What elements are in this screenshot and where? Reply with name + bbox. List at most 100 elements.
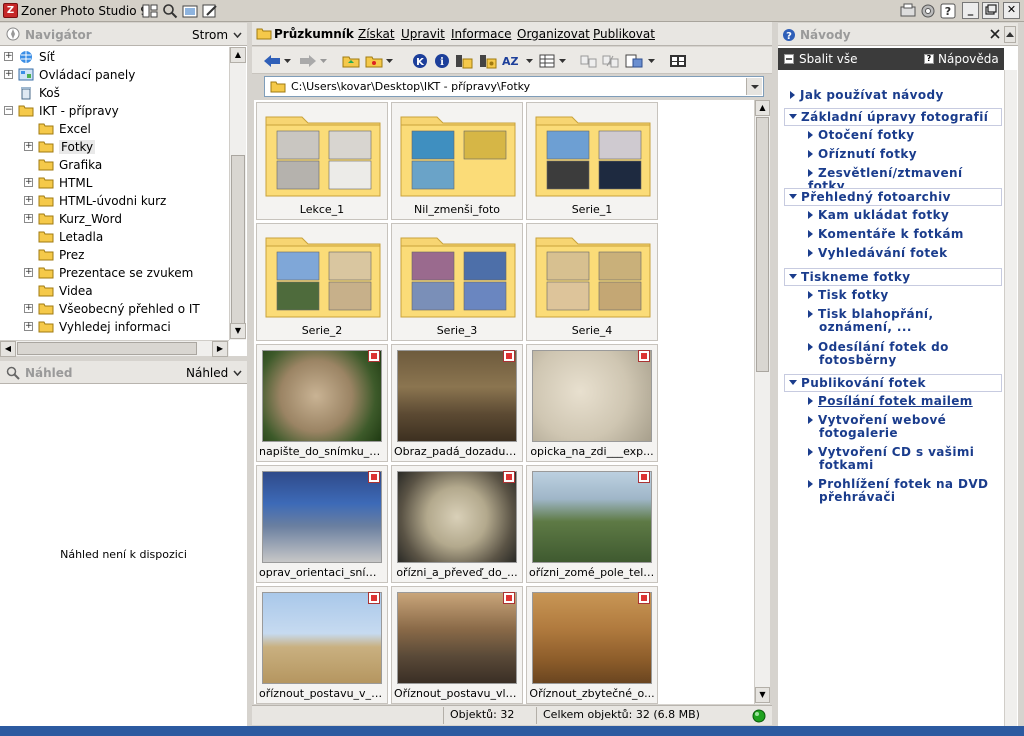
- photo-thumbnail[interactable]: ořízni_zomé_pole_tele...: [526, 465, 658, 583]
- tree-collapse-icon[interactable]: −: [4, 106, 13, 115]
- tree-hscroll-thumb[interactable]: [17, 342, 197, 355]
- tree-hscrollbar[interactable]: ◀ ▶: [0, 340, 229, 357]
- guide-link[interactable]: Prohlížení fotek na DVD přehrávači: [808, 478, 1000, 504]
- folder-thumbnail[interactable]: Nil_zmenši_foto: [391, 102, 523, 220]
- film-reel-icon[interactable]: [668, 51, 688, 70]
- scroll-up-icon[interactable]: ▲: [755, 100, 770, 116]
- maximize-icon[interactable]: [982, 2, 999, 19]
- photo-thumbnail[interactable]: napište_do_snímku_p...: [256, 344, 388, 462]
- forward-dropdown-icon[interactable]: [318, 51, 328, 70]
- guide-section[interactable]: Publikování fotek: [784, 374, 1002, 392]
- sort-by-date-icon[interactable]: [478, 51, 498, 70]
- tree-item[interactable]: Prez: [0, 246, 229, 264]
- tree-expand-icon[interactable]: +: [4, 52, 13, 61]
- scroll-down-icon[interactable]: ▼: [230, 323, 246, 339]
- navigator-mode-dropdown[interactable]: Strom: [192, 28, 228, 42]
- chevron-down-icon[interactable]: [233, 370, 242, 376]
- tree-item[interactable]: + Síť: [0, 48, 229, 66]
- sort-by-name-icon[interactable]: [454, 51, 474, 70]
- scroll-left-icon[interactable]: ◀: [0, 341, 16, 357]
- settings-icon[interactable]: [920, 3, 936, 19]
- tree-scroll-thumb[interactable]: [231, 155, 245, 335]
- tree-item[interactable]: + Fotky: [0, 138, 229, 156]
- guide-link[interactable]: Kam ukládat fotky: [808, 209, 1000, 222]
- address-dropdown-icon[interactable]: [746, 78, 762, 95]
- guide-section[interactable]: Tiskneme fotky: [784, 268, 1002, 286]
- tab-get[interactable]: Získat: [358, 27, 395, 41]
- guide-link[interactable]: Tisk fotky: [808, 289, 1000, 302]
- tree-item[interactable]: Koš: [0, 84, 229, 102]
- move-to-icon[interactable]: [601, 51, 621, 70]
- folder-thumbnail[interactable]: Serie_2: [256, 223, 388, 341]
- editor-icon[interactable]: [202, 3, 218, 19]
- tree-item[interactable]: + HTML: [0, 174, 229, 192]
- tree-expand-icon[interactable]: +: [24, 196, 33, 205]
- forward-arrow-icon[interactable]: [298, 51, 318, 70]
- preview-mode-dropdown[interactable]: Náhled: [186, 366, 228, 380]
- tree-item[interactable]: + HTML-úvodni kurz: [0, 192, 229, 210]
- photo-thumbnail[interactable]: Oříznout_zbytečné_o...: [526, 586, 658, 704]
- tree-expand-icon[interactable]: +: [24, 322, 33, 331]
- guides-close-icon[interactable]: [990, 29, 1000, 39]
- sort-dropdown-icon[interactable]: [524, 51, 534, 70]
- scanner-icon[interactable]: [900, 3, 916, 19]
- tree-expand-icon[interactable]: +: [24, 142, 33, 151]
- guide-link[interactable]: Komentáře k fotkám: [808, 228, 1000, 241]
- photo-thumbnail[interactable]: Obraz_padá_dozadu_...: [391, 344, 523, 462]
- browser-icon[interactable]: [142, 3, 158, 19]
- help-question-icon[interactable]: ?: [924, 54, 934, 64]
- tree-item[interactable]: + Prezentace se zvukem: [0, 264, 229, 282]
- photo-thumbnail[interactable]: Oříznout_postavu_vle...: [391, 586, 523, 704]
- tree-item[interactable]: Grafika: [0, 156, 229, 174]
- new-folder-icon[interactable]: [364, 51, 384, 70]
- guide-link[interactable]: Vytvoření CD s vašimi fotkami: [808, 446, 1000, 472]
- tree-expand-icon[interactable]: +: [24, 268, 33, 277]
- tree-expand-icon[interactable]: +: [24, 304, 33, 313]
- tree-item[interactable]: Letadla: [0, 228, 229, 246]
- scroll-right-icon[interactable]: ▶: [212, 341, 228, 357]
- photo-thumbnail[interactable]: oprav_orientaci_snímku: [256, 465, 388, 583]
- tree-item[interactable]: Excel: [0, 120, 229, 138]
- folder-thumbnail[interactable]: Serie_4: [526, 223, 658, 341]
- guides-vscrollbar[interactable]: [1004, 70, 1017, 726]
- close-icon[interactable]: ✕: [1003, 2, 1020, 19]
- viewer-icon[interactable]: [182, 3, 198, 19]
- copy-to-icon[interactable]: [579, 51, 599, 70]
- minimize-icon[interactable]: _: [962, 2, 979, 19]
- folder-up-icon[interactable]: [341, 51, 361, 70]
- guide-section[interactable]: Základní úpravy fotografií: [784, 108, 1002, 126]
- tab-organize[interactable]: Organizovat: [517, 27, 590, 41]
- guide-link[interactable]: Oříznutí fotky: [808, 148, 1000, 161]
- folder-thumbnail[interactable]: Serie_3: [391, 223, 523, 341]
- guide-link[interactable]: Tisk blahopřání, oznámení, ...: [808, 308, 1000, 334]
- tree-item[interactable]: + Ovládací panely: [0, 66, 229, 84]
- guide-section[interactable]: Přehledný fotoarchiv: [784, 188, 1002, 206]
- tree-item[interactable]: Videa: [0, 282, 229, 300]
- guides-scroll-up-icon[interactable]: [1004, 26, 1016, 43]
- address-bar[interactable]: C:\Users\kovar\Desktop\IKT - přípravy\Fo…: [264, 76, 764, 97]
- tab-explorer[interactable]: Průzkumník: [274, 27, 354, 41]
- tab-info[interactable]: Informace: [451, 27, 511, 41]
- help-icon[interactable]: ?: [940, 3, 956, 19]
- tree-item[interactable]: + Vyhledej informaci: [0, 318, 229, 336]
- collapse-icon[interactable]: [784, 54, 794, 64]
- import-icon[interactable]: [624, 51, 644, 70]
- tree-expand-icon[interactable]: +: [24, 178, 33, 187]
- photo-thumbnail[interactable]: ořízni_a_převeď_do_...: [391, 465, 523, 583]
- thumbs-vscrollbar[interactable]: ▲ ▼: [754, 100, 770, 704]
- folder-dropdown-icon[interactable]: [384, 51, 394, 70]
- guide-link[interactable]: Otočení fotky: [808, 129, 1000, 142]
- back-dropdown-icon[interactable]: [282, 51, 292, 70]
- photo-thumbnail[interactable]: opicka_na_zdi___exp...: [526, 344, 658, 462]
- search-icon[interactable]: [162, 3, 178, 19]
- tree-item[interactable]: − IKT - přípravy: [0, 102, 229, 120]
- tree-expand-icon[interactable]: +: [4, 70, 13, 79]
- import-dropdown-icon[interactable]: [646, 51, 656, 70]
- guide-link[interactable]: Posílání fotek mailem: [808, 395, 1000, 408]
- tree-expand-icon[interactable]: +: [24, 214, 33, 223]
- scroll-up-icon[interactable]: ▲: [230, 47, 246, 63]
- photo-thumbnail[interactable]: oříznout_postavu_v_p...: [256, 586, 388, 704]
- folder-thumbnail[interactable]: Serie_1: [526, 102, 658, 220]
- view-dropdown-icon[interactable]: [557, 51, 567, 70]
- sort-az-icon[interactable]: AZ: [500, 51, 524, 70]
